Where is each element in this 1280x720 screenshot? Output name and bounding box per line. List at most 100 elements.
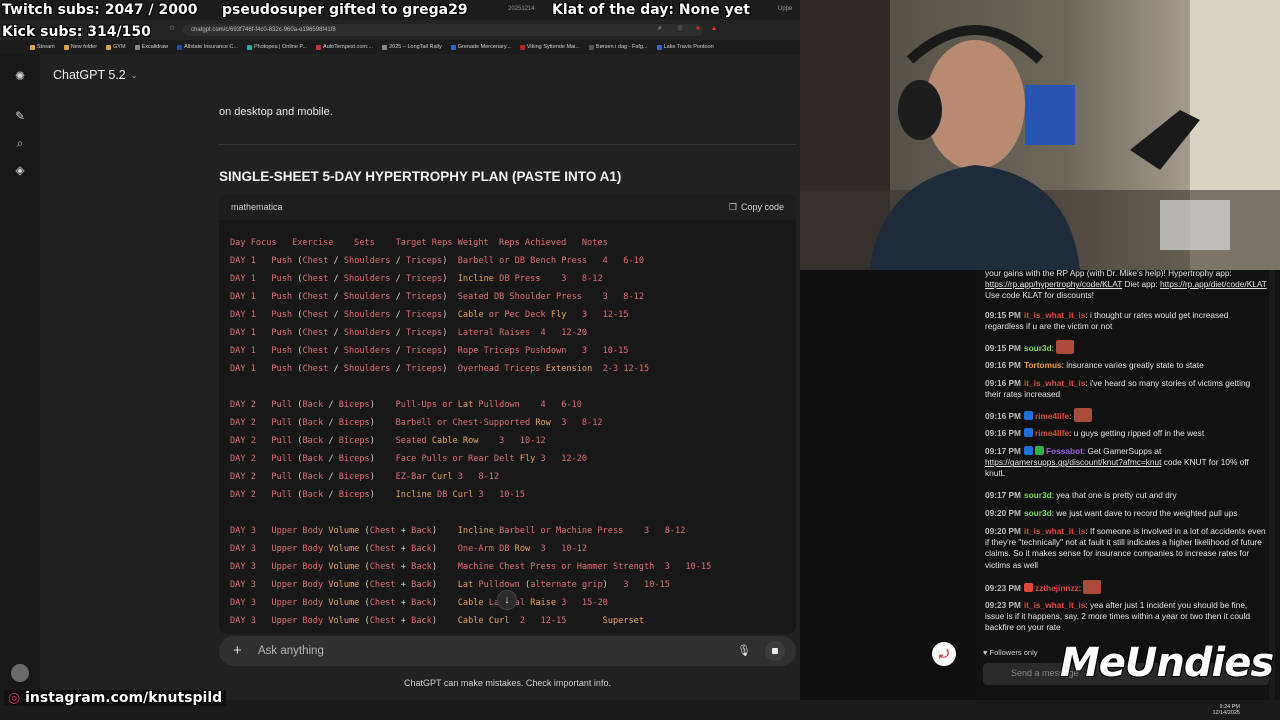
badge-icon [1034, 446, 1044, 455]
chat-message: 09:15 PM sour3d: [985, 340, 1267, 354]
code-line: DAY 3 Upper Body Volume (Chest + Back) C… [230, 598, 608, 608]
avatar[interactable] [11, 664, 29, 682]
kick-subs-overlay: Kick subs: 314/150 [2, 24, 151, 40]
badge-icon [1023, 428, 1033, 437]
url-field[interactable]: chatgpt.com/c/693f746f-f4c0-832c-960a-e1… [183, 24, 703, 36]
badge-icon [1023, 411, 1033, 420]
chat-message: 09:16 PM rime4life: u guys getting ripped… [985, 428, 1205, 438]
code-line: DAY 2 Pull (Back / Biceps) EZ-Bar Curl 3… [230, 472, 500, 482]
code-line: DAY 1 Push (Chest / Shoulders / Triceps)… [230, 292, 644, 302]
instagram-overlay: ◎ instagram.com/knutspild [4, 690, 227, 706]
chat-message: 09:16 PM it_is_what_it_is: i've heard so … [985, 378, 1251, 400]
stop-icon [772, 648, 778, 654]
code-line: DAY 2 Pull (Back / Biceps) Face Pulls or… [230, 454, 588, 464]
code-content: Day Focus Exercise Sets Target Reps Weig… [230, 234, 711, 630]
badge-icon [1023, 446, 1033, 455]
gifted-overlay: pseudosuper gifted to grega29 [222, 2, 468, 18]
emote-icon [1083, 580, 1102, 594]
openai-logo-icon[interactable]: ✺ [12, 68, 28, 84]
klat-overlay: Klat of the day: None yet [552, 2, 750, 18]
code-header: mathematica ❐ Copy code [219, 194, 796, 220]
sponsor-logo: MeUndies [1060, 640, 1274, 686]
chat-message: 09:17 PM Fossabot: Get GamerSupps at http… [985, 446, 1249, 479]
copy-code-label: Copy code [740, 202, 784, 212]
bookmark-item[interactable]: Excalidraw [134, 44, 168, 50]
plus-icon[interactable]: + [233, 642, 242, 660]
code-block: mathematica ❐ Copy code Day Focus Exerci… [219, 194, 796, 634]
bookmark-item[interactable]: Grenade Mercenary... [450, 44, 511, 50]
clock[interactable]: 9:24 PM 12/14/2025 [1212, 704, 1240, 716]
divider [219, 144, 796, 145]
chat-scrollbar[interactable] [1269, 270, 1275, 700]
code-line: DAY 2 Pull (Back / Biceps) Incline DB Cu… [230, 490, 525, 500]
zoom-icon[interactable]: ⌕ [656, 25, 664, 33]
link[interactable]: https://gamersupps.gg/discount/knut?afmc… [985, 457, 1161, 467]
chat-message: 09:16 PM rime4life: [985, 408, 1267, 422]
badge-icon [1023, 583, 1033, 592]
link[interactable]: https://rp.app/hypertrophy/code/KLAT [985, 279, 1122, 289]
chat-message: 09:23 PM it_is_what_it_is: yea after just… [985, 600, 1251, 633]
code-line: DAY 2 Pull (Back / Biceps) Barbell or Ch… [230, 418, 603, 428]
bookmark-item[interactable]: Stream [30, 44, 55, 50]
code-line: DAY 3 Upper Body Volume (Chest + Back) L… [230, 580, 670, 590]
extension-icon[interactable]: ● [694, 25, 702, 33]
code-line: DAY 2 Pull (Back / Biceps) Seated Cable … [230, 436, 546, 446]
chevron-down-icon: ⌄ [130, 70, 138, 80]
instagram-icon: ◎ [8, 690, 21, 706]
disclaimer: ChatGPT can make mistakes. Check importa… [404, 678, 611, 688]
code-line: DAY 1 Push (Chest / Shoulders / Triceps)… [230, 256, 644, 266]
section-heading: SINGLE-SHEET 5-DAY HYPERTROPHY PLAN (PAS… [219, 169, 622, 184]
model-label: ChatGPT 5.2 [53, 68, 126, 82]
scroll-down-button[interactable]: ↓ [497, 590, 517, 610]
background-panel [800, 270, 975, 700]
sidebar: ✺ ✎ ⌕ ◈ [0, 54, 40, 700]
code-line: DAY 1 Push (Chest / Shoulders / Triceps)… [230, 274, 603, 284]
pdf-icon[interactable]: ⤾ [932, 642, 956, 666]
response-paragraph: on desktop and mobile. [219, 106, 333, 118]
bookmark-item[interactable]: Allstate Insurance C... [177, 44, 238, 50]
twitch-subs-overlay: Twitch subs: 2047 / 2000 [2, 2, 198, 18]
code-line: DAY 1 Push (Chest / Shoulders / Triceps)… [230, 346, 629, 356]
browser-tab[interactable]: 20251214 [508, 6, 535, 12]
bookmark-item[interactable]: Lake Travis Pontoon [656, 44, 714, 50]
bookmark-item[interactable]: Børsen i dag - Fafg... [588, 44, 648, 50]
browser-tab[interactable]: Uppe [778, 6, 792, 12]
stop-button[interactable] [765, 641, 785, 661]
followers-only-label: ♥ Followers only [983, 648, 1038, 657]
bookmark-item[interactable]: Viking Syttende Mai... [519, 44, 580, 50]
code-line: Day Focus Exercise Sets Target Reps Weig… [230, 238, 608, 248]
new-chat-icon[interactable]: ✎ [12, 108, 28, 124]
code-line: DAY 3 Upper Body Volume (Chest + Back) C… [230, 616, 645, 626]
bookmarks-bar: Stream New folder GYM Excalidraw Allstat… [0, 40, 800, 54]
code-line: DAY 2 Pull (Back / Biceps) Pull-Ups or L… [230, 400, 582, 410]
chat-message: 09:17 PM sour3d: yea that one is pretty c… [985, 490, 1177, 500]
emote-icon [1056, 340, 1075, 354]
bookmark-item[interactable]: Photopea | Online P... [246, 44, 307, 50]
message-input[interactable]: Ask anything [258, 645, 324, 657]
bookmark-icon[interactable]: ☆ [168, 25, 176, 33]
bookmark-item[interactable]: AutoTempest.com:... [315, 44, 373, 50]
bookmark-item[interactable]: 2025 – LongTail Rally [382, 44, 442, 50]
chat-message: 09:15 PM it_is_what_it_is: i thought ur r… [985, 310, 1229, 332]
code-line: DAY 1 Push (Chest / Shoulders / Triceps)… [230, 310, 629, 320]
library-icon[interactable]: ◈ [12, 162, 28, 178]
code-line: DAY 1 Push (Chest / Shoulders / Triceps)… [230, 364, 650, 374]
chat-message: 09:20 PM it_is_what_it_is: If someone is … [985, 526, 1266, 570]
bookmark-item[interactable]: GYM [106, 44, 126, 50]
star-icon[interactable]: ☆ [676, 25, 684, 33]
screen: 20251214 Uppe ‹ › ☆ chatgpt.com/c/693f74… [0, 0, 1280, 720]
webcam-feed [800, 0, 1280, 270]
chat-message: your gains with the RP App (with Dr. Mik… [985, 268, 1267, 301]
copy-code-button[interactable]: ❐ Copy code [729, 202, 784, 213]
model-selector[interactable]: ChatGPT 5.2 ⌄ [53, 68, 137, 82]
code-line: DAY 1 Push (Chest / Shoulders / Triceps)… [230, 328, 588, 338]
extension-icon[interactable]: ▲ [710, 25, 718, 33]
copy-icon: ❐ [728, 201, 737, 212]
bookmark-item[interactable]: New folder [63, 44, 97, 50]
chat-message: 09:16 PM Tortomus: insurance varies great… [985, 360, 1204, 370]
link[interactable]: https://rp.app/diet/code/KLAT [1160, 279, 1267, 289]
search-icon[interactable]: ⌕ [12, 135, 28, 151]
microphone-icon[interactable]: 🎙 [737, 644, 751, 657]
